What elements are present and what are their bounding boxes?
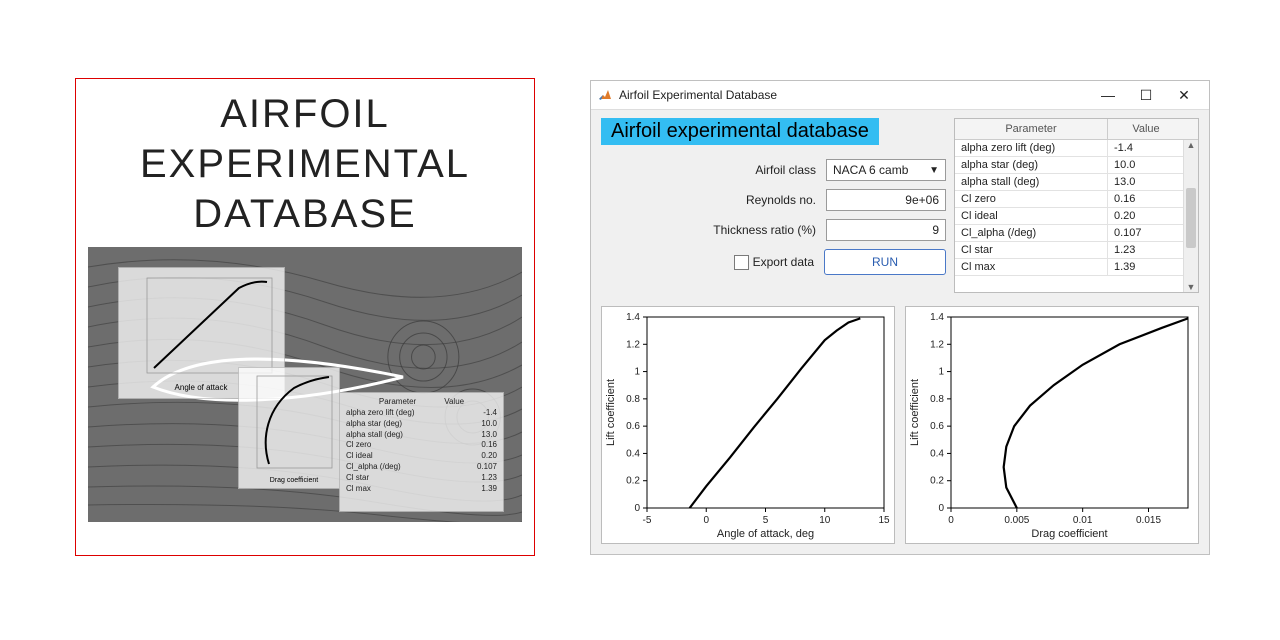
- promo-table-header-param: Parameter: [379, 397, 416, 406]
- promo-overlay-table: Parameter Value alpha zero lift (deg)-1.…: [339, 392, 504, 512]
- svg-text:0.2: 0.2: [626, 476, 640, 487]
- promo-table-row: Cl star1.23: [346, 473, 497, 484]
- chevron-down-icon: ▼: [929, 165, 939, 176]
- titlebar: Airfoil Experimental Database — ☐ ✕: [591, 81, 1209, 110]
- svg-text:0.8: 0.8: [930, 394, 944, 405]
- minimize-button[interactable]: —: [1089, 81, 1127, 109]
- svg-text:1: 1: [938, 367, 944, 378]
- svg-text:0.6: 0.6: [626, 421, 640, 432]
- close-button[interactable]: ✕: [1165, 81, 1203, 109]
- promo-title: AIRFOILEXPERIMENTALDATABASE: [88, 89, 522, 239]
- reynolds-input[interactable]: 9e+06: [826, 189, 946, 211]
- table-row: Cl ideal0.20: [955, 208, 1198, 225]
- svg-text:Angle of attack: Angle of attack: [175, 383, 229, 392]
- promo-overlay-polar-plot: Drag coefficient: [238, 367, 340, 489]
- parameter-table: Parameter Value alpha zero lift (deg)-1.…: [954, 118, 1199, 293]
- svg-text:-5: -5: [643, 515, 652, 526]
- promo-art: Angle of attack Drag coefficient Paramet…: [88, 247, 522, 522]
- form-panel: Airfoil experimental database Airfoil cl…: [601, 118, 946, 283]
- matlab-window: Airfoil Experimental Database — ☐ ✕ Airf…: [590, 80, 1210, 555]
- promo-table-row: Cl_alpha (/deg)0.107: [346, 462, 497, 473]
- scroll-up-icon: ▲: [1187, 140, 1196, 150]
- table-row: alpha zero lift (deg)-1.4: [955, 140, 1198, 157]
- svg-text:5: 5: [763, 515, 769, 526]
- svg-text:0.4: 0.4: [626, 448, 640, 459]
- table-row: Cl zero0.16: [955, 191, 1198, 208]
- promo-table-row: alpha stall (deg)13.0: [346, 430, 497, 441]
- svg-text:1.4: 1.4: [626, 312, 640, 323]
- promo-table-row: Cl max1.39: [346, 484, 497, 495]
- svg-text:1.2: 1.2: [626, 339, 640, 350]
- svg-text:Drag coefficient: Drag coefficient: [1031, 528, 1107, 540]
- svg-text:10: 10: [819, 515, 831, 526]
- promo-table-row: Cl zero0.16: [346, 440, 497, 451]
- svg-text:1.2: 1.2: [930, 339, 944, 350]
- banner-title: Airfoil experimental database: [601, 118, 879, 145]
- svg-text:Lift coefficient: Lift coefficient: [605, 379, 617, 446]
- svg-text:0.015: 0.015: [1136, 515, 1161, 526]
- reynolds-label: Reynolds no.: [746, 193, 816, 207]
- svg-text:Lift coefficient: Lift coefficient: [909, 379, 921, 446]
- scroll-down-icon: ▼: [1187, 282, 1196, 292]
- svg-text:0.01: 0.01: [1073, 515, 1093, 526]
- scroll-thumb[interactable]: [1186, 188, 1196, 248]
- svg-text:Angle of attack, deg: Angle of attack, deg: [717, 528, 814, 540]
- svg-text:0: 0: [634, 503, 640, 514]
- export-data-label: Export data: [753, 255, 814, 269]
- svg-text:0.2: 0.2: [930, 476, 944, 487]
- svg-text:0.6: 0.6: [930, 421, 944, 432]
- svg-text:0.4: 0.4: [930, 448, 944, 459]
- promo-card: AIRFOILEXPERIMENTALDATABASE: [75, 78, 535, 556]
- drag-polar-plot: 0 0.005 0.01 0.015 0 0.2 0.4 0.6 0.8 1 1.2 1.4 Drag …: [905, 306, 1199, 544]
- table-row: alpha stall (deg)13.0: [955, 174, 1198, 191]
- maximize-button[interactable]: ☐: [1127, 81, 1165, 109]
- promo-table-row: Cl ideal0.20: [346, 451, 497, 462]
- matlab-icon: [597, 87, 613, 103]
- thickness-input[interactable]: 9: [826, 219, 946, 241]
- window-title: Airfoil Experimental Database: [619, 88, 1089, 102]
- svg-text:0: 0: [948, 515, 954, 526]
- param-header-value: Value: [1108, 119, 1184, 139]
- svg-text:0.8: 0.8: [626, 394, 640, 405]
- run-button[interactable]: RUN: [824, 249, 946, 275]
- svg-text:Drag coefficient: Drag coefficient: [270, 477, 319, 484]
- airfoil-class-label: Airfoil class: [755, 163, 816, 177]
- svg-text:0: 0: [703, 515, 709, 526]
- promo-table-row: alpha zero lift (deg)-1.4: [346, 408, 497, 419]
- table-row: alpha star (deg)10.0: [955, 157, 1198, 174]
- table-scrollbar[interactable]: ▲ ▼: [1183, 140, 1198, 292]
- thickness-label: Thickness ratio (%): [713, 223, 816, 237]
- promo-table-row: alpha star (deg)10.0: [346, 419, 497, 430]
- svg-text:0: 0: [938, 503, 944, 514]
- airfoil-class-dropdown[interactable]: NACA 6 camb ▼: [826, 159, 946, 181]
- svg-text:0.005: 0.005: [1004, 515, 1029, 526]
- table-row: Cl max1.39: [955, 259, 1198, 276]
- promo-table-header-value: Value: [444, 397, 464, 406]
- svg-text:15: 15: [878, 515, 890, 526]
- param-header-parameter: Parameter: [955, 119, 1108, 139]
- promo-table-body: alpha zero lift (deg)-1.4alpha star (deg…: [346, 408, 497, 494]
- airfoil-class-value: NACA 6 camb: [833, 163, 908, 177]
- lift-vs-alpha-plot: -505101500.20.40.60.811.21.4Angle of att…: [601, 306, 895, 544]
- table-row: Cl star1.23: [955, 242, 1198, 259]
- svg-text:1.4: 1.4: [930, 312, 944, 323]
- svg-text:1: 1: [634, 367, 640, 378]
- table-row: Cl_alpha (/deg)0.107: [955, 225, 1198, 242]
- export-data-checkbox[interactable]: [734, 255, 749, 270]
